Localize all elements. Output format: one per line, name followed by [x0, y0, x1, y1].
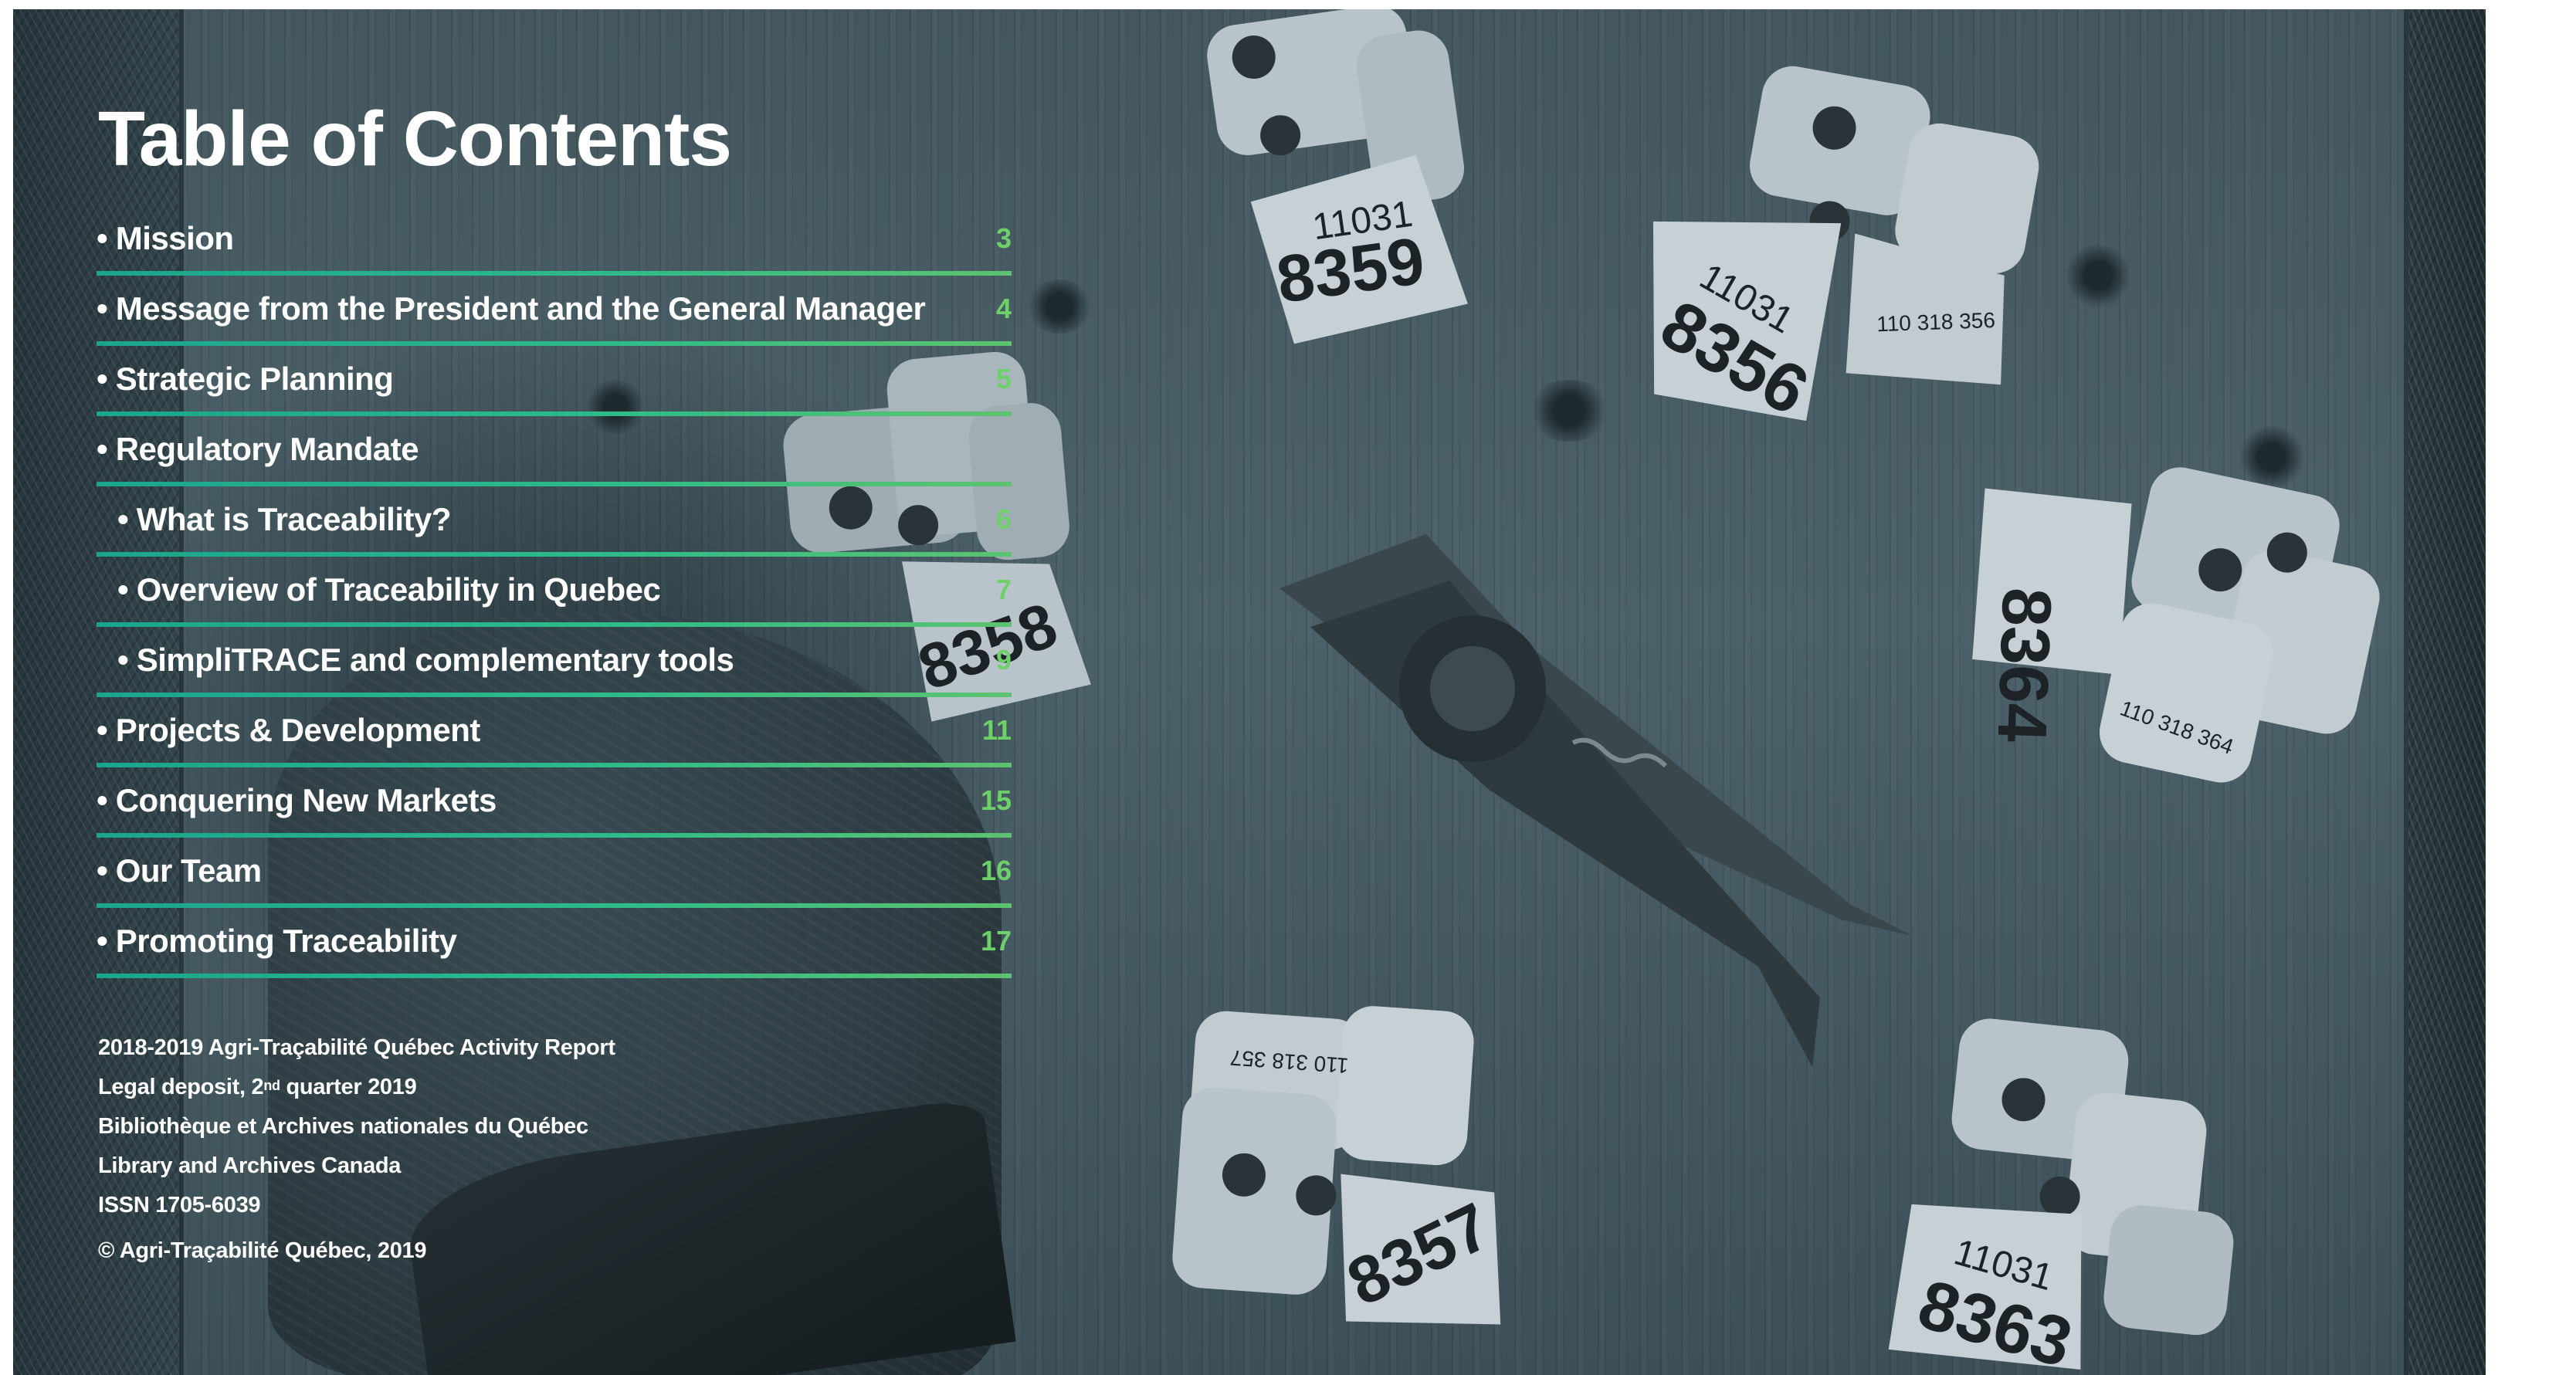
toc-page-number: 16 — [980, 855, 1012, 886]
toc-page-number: 4 — [995, 293, 1012, 324]
toc-page-number: 5 — [995, 363, 1012, 395]
toc-page-number: 17 — [980, 925, 1012, 957]
toc-link-simplitrace[interactable]: • SimpliTRACE and complementary tools — [117, 633, 1012, 687]
bullet: • — [97, 782, 108, 818]
report-title: 2018-2019 Agri-Traçabilité Québec Activi… — [98, 1035, 615, 1060]
toc-row-overview-traceability: • Overview of Traceability in Quebec 7 — [97, 557, 1012, 627]
wood-knot — [1025, 279, 1094, 334]
toc-link-new-markets[interactable]: • Conquering New Markets — [97, 774, 1012, 828]
toc-row-regulatory-mandate: • Regulatory Mandate — [97, 416, 1012, 486]
toc-link-projects-development[interactable]: • Projects & Development — [97, 703, 1012, 757]
toc-page-number: 9 — [995, 644, 1012, 676]
toc-row-strategic-planning: • Strategic Planning 5 — [97, 346, 1012, 416]
table-of-contents: • Mission 3 • Message from the President… — [97, 205, 1012, 978]
bullet: • — [117, 501, 129, 537]
tagging-pliers — [1280, 534, 1944, 1094]
toc-link-mission[interactable]: • Mission — [97, 212, 1012, 266]
bullet: • — [117, 642, 129, 678]
ear-tag: 11031 8356 110 318 356 — [1607, 44, 2094, 469]
issn: ISSN 1705-6039 — [98, 1193, 261, 1218]
toc-label: Strategic Planning — [115, 361, 394, 397]
toc-link-strategic-planning[interactable]: • Strategic Planning — [97, 352, 1012, 406]
legal-deposit-prefix: Legal deposit, 2 — [98, 1075, 264, 1099]
wood-knot — [2237, 426, 2307, 488]
banq-line: Bibliothèque et Archives nationales du Q… — [98, 1114, 588, 1139]
bullet: • — [97, 852, 108, 889]
wood-knot — [1527, 380, 1612, 442]
toc-row-our-team: • Our Team 16 — [97, 838, 1012, 908]
copyright: © Agri-Traçabilité Québec, 2019 — [98, 1238, 427, 1263]
bullet: • — [117, 571, 129, 608]
bullet: • — [97, 361, 108, 397]
ear-tag: 8364 110 318 364 — [1923, 426, 2459, 843]
toc-label: Mission — [115, 220, 234, 256]
toc-row-promoting-traceability: • Promoting Traceability 17 — [97, 908, 1012, 978]
ear-tag-barcode: 110 318 356 — [1876, 308, 1996, 336]
ear-tag: 11031 8359 — [1195, 9, 1518, 367]
legal-deposit-suffix: quarter 2019 — [280, 1075, 417, 1099]
toc-page-number: 3 — [995, 222, 1012, 254]
toc-label: Projects & Development — [115, 712, 481, 748]
toc-row-message: • Message from the President and the Gen… — [97, 276, 1012, 346]
toc-label: Overview of Traceability in Quebec — [136, 571, 661, 608]
toc-page-number: 7 — [995, 574, 1012, 605]
toc-label: Promoting Traceability — [115, 923, 457, 959]
toc-label: Regulatory Mandate — [115, 431, 419, 467]
legal-deposit-ordinal: nd — [263, 1078, 280, 1093]
bullet: • — [97, 923, 108, 959]
lac-line: Library and Archives Canada — [98, 1153, 402, 1178]
toc-row-new-markets: • Conquering New Markets 15 — [97, 767, 1012, 838]
toc-link-regulatory-mandate[interactable]: • Regulatory Mandate — [97, 422, 1012, 476]
toc-label: What is Traceability? — [136, 501, 452, 537]
toc-link-overview-traceability[interactable]: • Overview of Traceability in Quebec — [117, 563, 1012, 617]
toc-row-what-is-traceability: • What is Traceability? 6 — [97, 486, 1012, 557]
toc-row-projects-development: • Projects & Development 11 — [97, 697, 1012, 767]
toc-link-message[interactable]: • Message from the President and the Gen… — [97, 282, 1012, 336]
toc-link-promoting-traceability[interactable]: • Promoting Traceability — [97, 914, 1012, 968]
toc-row-mission: • Mission 3 — [97, 205, 1012, 276]
bullet: • — [97, 431, 108, 467]
bullet: • — [97, 290, 108, 327]
colophon: 2018-2019 Agri-Traçabilité Québec Activi… — [98, 1028, 615, 1271]
toc-label: Our Team — [115, 852, 262, 889]
toc-page-number: 11 — [981, 714, 1012, 746]
toc-page-number: 15 — [980, 784, 1012, 816]
toc-link-our-team[interactable]: • Our Team — [97, 844, 1012, 898]
toc-label: SimpliTRACE and complementary tools — [136, 642, 734, 678]
bullet: • — [97, 712, 108, 748]
report-page: 11031 8359 11031 8356 110 318 356 8358 8… — [13, 9, 2486, 1375]
legal-deposit: Legal deposit, 2nd quarter 2019 — [98, 1068, 615, 1107]
toc-label: Message from the President and the Gener… — [115, 290, 926, 327]
page-title: Table of Contents — [98, 96, 732, 182]
ear-tag-number: 8364 — [1983, 587, 2066, 744]
toc-link-what-is-traceability[interactable]: • What is Traceability? — [117, 493, 1012, 547]
toc-page-number: 6 — [995, 503, 1012, 535]
toc-label: Conquering New Markets — [115, 782, 497, 818]
toc-row-simplitrace: • SimpliTRACE and complementary tools 9 — [97, 627, 1012, 697]
wood-knot — [2067, 241, 2129, 310]
bullet: • — [97, 220, 108, 256]
